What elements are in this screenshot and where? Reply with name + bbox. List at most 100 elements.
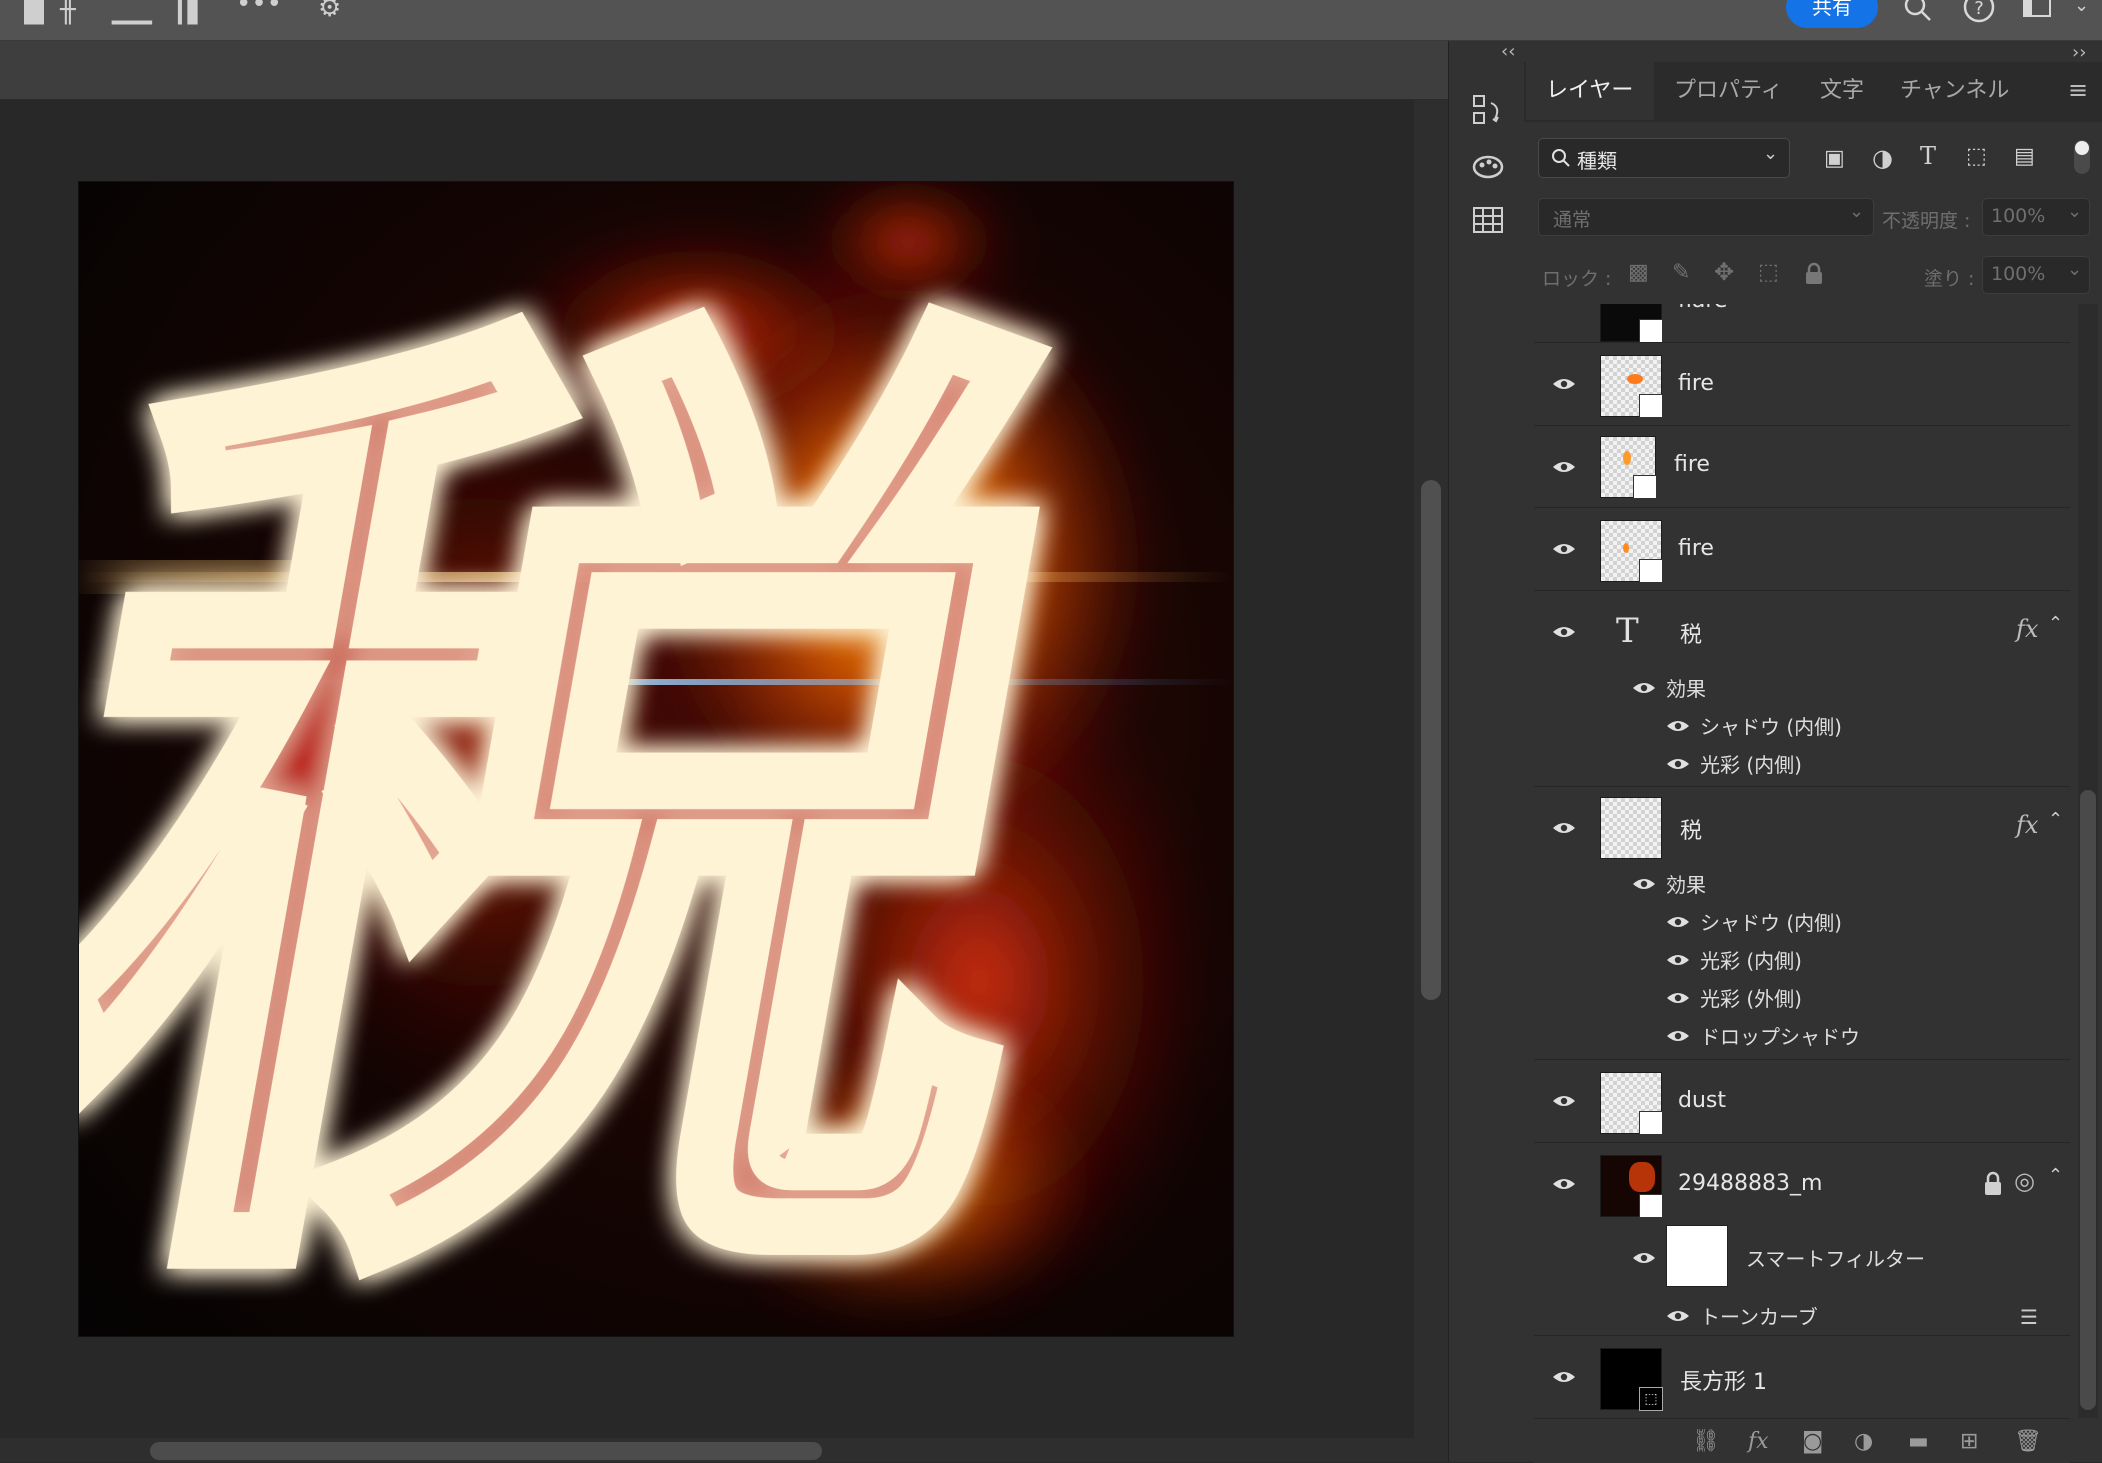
eye-icon[interactable] [1666,915,1690,929]
layer-row-fire[interactable]: fire [1534,426,2070,508]
collapse-left-icon[interactable]: ‹‹ [1501,41,1515,62]
layer-row-rectangle[interactable]: ⬚ 長方形 1 [1534,1336,2070,1419]
filter-smart-object-icon[interactable]: ▤ [2014,144,2035,169]
tab-channels[interactable]: チャンネル [1900,62,2009,120]
blend-mode-value: 通常 [1553,209,1592,231]
eye-icon[interactable] [1552,821,1576,835]
effect-outer-glow[interactable]: 光彩 (外側) [1700,983,1802,1012]
vertical-scroll-thumb[interactable] [1421,480,1441,1000]
effect-inner-shadow[interactable]: シャドウ (内側) [1700,907,1842,936]
eye-icon[interactable] [1666,1309,1690,1323]
lock-transparency-icon[interactable]: ▩ [1628,260,1649,285]
blend-mode-select[interactable]: 通常 ⌄ [1538,198,1874,236]
layers-scroll-thumb[interactable] [2080,790,2096,1410]
panel-menu-icon[interactable]: ≡ [2068,76,2088,104]
eye-icon[interactable] [1666,991,1690,1005]
new-layer-icon[interactable]: ⊞ [1960,1429,1978,1454]
filter-options-icon[interactable]: ☰ [2020,1305,2038,1329]
filter-type-icon[interactable]: T [1920,142,1936,170]
effect-inner-glow[interactable]: 光彩 (内側) [1700,945,1802,974]
search-icon[interactable] [1902,0,1932,24]
trash-icon[interactable]: 🗑 [2014,1429,2042,1454]
add-mask-icon[interactable]: ◙ [1802,1429,1823,1454]
filter-adjustment-icon[interactable]: ◑ [1872,144,1893,172]
eye-icon[interactable] [1552,1094,1576,1108]
fill-input[interactable]: 100% ⌄ [1982,256,2090,294]
eye-icon[interactable] [1632,1251,1656,1265]
chevron-up-icon[interactable]: ⌃ [2048,1165,2063,1186]
eye-icon[interactable] [1666,953,1690,967]
color-palette-icon[interactable] [1471,149,1505,183]
fill-value: 100% [1991,263,2046,285]
eye-icon[interactable] [1666,1029,1690,1043]
layer-row-fire[interactable]: fire [1534,343,2070,426]
more-options-icon[interactable]: ••• [236,0,282,17]
gear-icon[interactable]: ⚙ [318,0,341,21]
tab-properties[interactable]: プロパティ [1674,62,1783,120]
lock-move-icon[interactable]: ✥ [1714,258,1734,286]
horizontal-scroll-thumb[interactable] [150,1442,822,1460]
layer-thumbnail [1600,520,1663,583]
tab-character[interactable]: 文字 [1820,62,1864,120]
chevron-down-icon[interactable]: ⌄ [2074,0,2089,16]
eye-icon[interactable] [1552,1177,1576,1191]
align-center-icon[interactable]: ╫ [60,0,76,23]
filter-pixel-icon[interactable]: ▣ [1824,146,1845,171]
filter-mask-thumbnail[interactable] [1666,1225,1728,1287]
layer-thumbnail [1600,436,1657,499]
layer-thumbnail [1600,355,1663,418]
effect-tone-curve[interactable]: トーンカーブ [1700,1301,1818,1330]
effect-inner-shadow[interactable]: シャドウ (内側) [1700,711,1842,740]
align-left-icon[interactable]: ▐▌ [14,0,54,23]
eye-icon[interactable] [1666,757,1690,771]
add-style-icon[interactable]: fx [1748,1429,1769,1454]
eye-icon[interactable] [1552,460,1576,474]
type-layer-icon: T [1616,611,1639,651]
eye-icon[interactable] [1552,1370,1576,1384]
link-layers-icon[interactable]: ⛓ [1692,1429,1720,1454]
layer-row-fire[interactable]: fire [1534,508,2070,591]
layer-name: 税 [1680,819,1703,844]
collapse-right-icon[interactable]: ›› [2072,42,2086,63]
lock-icon [1985,1171,2001,1195]
layer-row-raster[interactable]: 税 fx ⌃ 効果 シャドウ (内側) 光彩 (内側) 光彩 (外側) ドロップ… [1534,787,2070,1060]
layer-thumbnail: ⬚ [1600,1348,1663,1411]
chevron-up-icon[interactable]: ⌃ [2048,809,2063,830]
layer-row-photo[interactable]: 29488883_m ◎ ⌃ スマートフィルター トーンカーブ ☰ [1534,1143,2070,1336]
effect-inner-glow[interactable]: 光彩 (内側) [1700,749,1802,778]
lock-artboard-icon[interactable]: ⬚ [1758,260,1779,285]
layer-name: fire [1674,452,1710,477]
filter-shape-icon[interactable]: ⬚ [1966,144,1987,169]
eye-icon[interactable] [1632,681,1656,695]
eye-icon[interactable] [1552,377,1576,391]
filter-kind-value: 種類 [1577,149,1617,173]
fx-icon[interactable]: fx [2016,811,2038,839]
layer-name: 長方形 1 [1680,1370,1767,1395]
distribute-icon[interactable]: ┃▌ [172,0,208,23]
lock-brush-icon[interactable]: ✎ [1672,260,1690,285]
adjustment-layer-icon[interactable]: ◑ [1854,1429,1873,1454]
opacity-input[interactable]: 100% ⌄ [1982,198,2090,236]
lock-all-icon[interactable] [1804,262,1824,286]
new-group-icon[interactable]: ▬ [1908,1429,1929,1454]
eye-icon[interactable] [1552,625,1576,639]
tab-layers[interactable]: レイヤー [1526,62,1654,120]
history-icon[interactable] [1471,93,1505,127]
workspace-icon[interactable] [2022,0,2052,20]
align-bottom-icon[interactable]: ▁▁ [112,0,152,23]
share-button[interactable]: 共有 [1786,0,1878,28]
filter-toggle[interactable] [2074,140,2090,174]
layer-filter-select[interactable]: 種類 ⌄ [1538,138,1790,178]
layer-row-text[interactable]: T 税 fx ⌃ 効果 シャドウ (内側) 光彩 (内側) [1534,591,2070,787]
artboard-canvas[interactable]: 税 [78,181,1234,1337]
layer-row-dust[interactable]: dust [1534,1060,2070,1143]
fx-icon[interactable]: fx [2016,615,2038,643]
eye-icon[interactable] [1666,719,1690,733]
help-icon[interactable]: ? [1962,0,1996,24]
layer-row-flare[interactable]: flare [1534,304,2070,343]
swatches-grid-icon[interactable] [1471,203,1505,237]
eye-icon[interactable] [1552,542,1576,556]
effect-drop-shadow[interactable]: ドロップシャドウ [1700,1021,1860,1050]
eye-icon[interactable] [1632,877,1656,891]
chevron-up-icon[interactable]: ⌃ [2048,613,2063,634]
